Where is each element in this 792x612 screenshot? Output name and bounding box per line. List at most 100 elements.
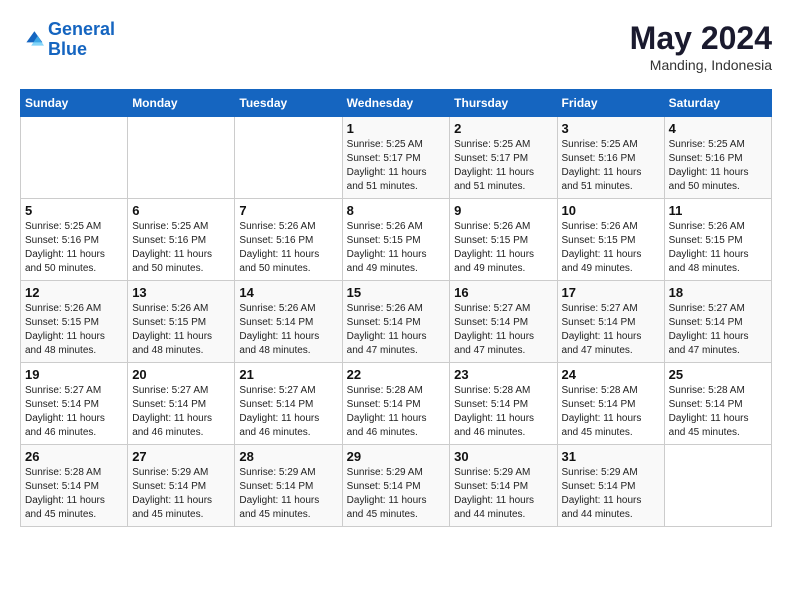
calendar-cell: 20 Sunrise: 5:27 AMSunset: 5:14 PMDayligh… bbox=[128, 363, 235, 445]
calendar-cell bbox=[664, 445, 771, 527]
calendar-cell: 30 Sunrise: 5:29 AMSunset: 5:14 PMDayligh… bbox=[450, 445, 557, 527]
day-number: 30 bbox=[454, 449, 552, 464]
calendar-cell: 4 Sunrise: 5:25 AMSunset: 5:16 PMDaylight… bbox=[664, 117, 771, 199]
day-number: 4 bbox=[669, 121, 767, 136]
cell-info: Sunrise: 5:25 AMSunset: 5:17 PMDaylight:… bbox=[454, 138, 552, 194]
calendar-cell: 31 Sunrise: 5:29 AMSunset: 5:14 PMDayligh… bbox=[557, 445, 664, 527]
day-number: 2 bbox=[454, 121, 552, 136]
calendar-cell: 18 Sunrise: 5:27 AMSunset: 5:14 PMDayligh… bbox=[664, 281, 771, 363]
cell-info: Sunrise: 5:25 AMSunset: 5:16 PMDaylight:… bbox=[25, 220, 123, 276]
calendar-cell: 28 Sunrise: 5:29 AMSunset: 5:14 PMDayligh… bbox=[235, 445, 342, 527]
calendar-cell: 5 Sunrise: 5:25 AMSunset: 5:16 PMDaylight… bbox=[21, 199, 128, 281]
cell-info: Sunrise: 5:25 AMSunset: 5:16 PMDaylight:… bbox=[132, 220, 230, 276]
cell-info: Sunrise: 5:27 AMSunset: 5:14 PMDaylight:… bbox=[25, 384, 123, 440]
cell-info: Sunrise: 5:27 AMSunset: 5:14 PMDaylight:… bbox=[669, 302, 767, 358]
cell-info: Sunrise: 5:26 AMSunset: 5:15 PMDaylight:… bbox=[562, 220, 660, 276]
day-number: 11 bbox=[669, 203, 767, 218]
day-number: 6 bbox=[132, 203, 230, 218]
week-row-2: 5 Sunrise: 5:25 AMSunset: 5:16 PMDaylight… bbox=[21, 199, 772, 281]
calendar-cell: 6 Sunrise: 5:25 AMSunset: 5:16 PMDaylight… bbox=[128, 199, 235, 281]
cell-info: Sunrise: 5:27 AMSunset: 5:14 PMDaylight:… bbox=[132, 384, 230, 440]
calendar-cell: 21 Sunrise: 5:27 AMSunset: 5:14 PMDayligh… bbox=[235, 363, 342, 445]
calendar-cell: 22Sunrise: 5:28 AMSunset: 5:14 PMDayligh… bbox=[342, 363, 450, 445]
logo-icon bbox=[20, 28, 44, 52]
calendar-cell: 3Sunrise: 5:25 AMSunset: 5:16 PMDaylight… bbox=[557, 117, 664, 199]
cell-info: Sunrise: 5:28 AMSunset: 5:14 PMDaylight:… bbox=[454, 384, 552, 440]
day-number: 16 bbox=[454, 285, 552, 300]
day-number: 24 bbox=[562, 367, 660, 382]
cell-info: Sunrise: 5:25 AMSunset: 5:17 PMDaylight:… bbox=[347, 138, 446, 194]
week-row-1: 1 Sunrise: 5:25 AMSunset: 5:17 PMDaylight… bbox=[21, 117, 772, 199]
cell-info: Sunrise: 5:26 AMSunset: 5:15 PMDaylight:… bbox=[25, 302, 123, 358]
day-number: 22 bbox=[347, 367, 446, 382]
day-number: 7 bbox=[239, 203, 337, 218]
cell-info: Sunrise: 5:27 AMSunset: 5:14 PMDaylight:… bbox=[454, 302, 552, 358]
calendar-cell: 27Sunrise: 5:29 AMSunset: 5:14 PMDayligh… bbox=[128, 445, 235, 527]
day-number: 28 bbox=[239, 449, 337, 464]
cell-info: Sunrise: 5:28 AMSunset: 5:14 PMDaylight:… bbox=[562, 384, 660, 440]
cell-info: Sunrise: 5:26 AMSunset: 5:15 PMDaylight:… bbox=[132, 302, 230, 358]
title-block: May 2024 Manding, Indonesia bbox=[630, 20, 772, 73]
calendar-cell: 29Sunrise: 5:29 AMSunset: 5:14 PMDayligh… bbox=[342, 445, 450, 527]
day-number: 17 bbox=[562, 285, 660, 300]
day-number: 26 bbox=[25, 449, 123, 464]
day-number: 13 bbox=[132, 285, 230, 300]
calendar-cell: 8 Sunrise: 5:26 AMSunset: 5:15 PMDaylight… bbox=[342, 199, 450, 281]
calendar-cell: 7Sunrise: 5:26 AMSunset: 5:16 PMDaylight… bbox=[235, 199, 342, 281]
header-saturday: Saturday bbox=[664, 90, 771, 117]
day-number: 9 bbox=[454, 203, 552, 218]
day-number: 19 bbox=[25, 367, 123, 382]
week-row-4: 19 Sunrise: 5:27 AMSunset: 5:14 PMDayligh… bbox=[21, 363, 772, 445]
header-tuesday: Tuesday bbox=[235, 90, 342, 117]
calendar-cell: 23Sunrise: 5:28 AMSunset: 5:14 PMDayligh… bbox=[450, 363, 557, 445]
day-number: 8 bbox=[347, 203, 446, 218]
cell-info: Sunrise: 5:29 AMSunset: 5:14 PMDaylight:… bbox=[562, 466, 660, 522]
day-number: 25 bbox=[669, 367, 767, 382]
calendar-cell: 15 Sunrise: 5:26 AMSunset: 5:14 PMDayligh… bbox=[342, 281, 450, 363]
logo-text: General Blue bbox=[48, 20, 115, 60]
cell-info: Sunrise: 5:29 AMSunset: 5:14 PMDaylight:… bbox=[454, 466, 552, 522]
calendar-cell: 25Sunrise: 5:28 AMSunset: 5:14 PMDayligh… bbox=[664, 363, 771, 445]
day-number: 15 bbox=[347, 285, 446, 300]
week-row-5: 26 Sunrise: 5:28 AMSunset: 5:14 PMDayligh… bbox=[21, 445, 772, 527]
calendar-cell: 2 Sunrise: 5:25 AMSunset: 5:17 PMDaylight… bbox=[450, 117, 557, 199]
calendar-cell: 26 Sunrise: 5:28 AMSunset: 5:14 PMDayligh… bbox=[21, 445, 128, 527]
day-number: 21 bbox=[239, 367, 337, 382]
cell-info: Sunrise: 5:27 AMSunset: 5:14 PMDaylight:… bbox=[239, 384, 337, 440]
logo-line1: General bbox=[48, 19, 115, 39]
calendar-cell: 14Sunrise: 5:26 AMSunset: 5:14 PMDayligh… bbox=[235, 281, 342, 363]
cell-info: Sunrise: 5:25 AMSunset: 5:16 PMDaylight:… bbox=[669, 138, 767, 194]
calendar-cell: 13 Sunrise: 5:26 AMSunset: 5:15 PMDayligh… bbox=[128, 281, 235, 363]
day-number: 12 bbox=[25, 285, 123, 300]
calendar-subtitle: Manding, Indonesia bbox=[630, 57, 772, 73]
header-friday: Friday bbox=[557, 90, 664, 117]
header-monday: Monday bbox=[128, 90, 235, 117]
cell-info: Sunrise: 5:25 AMSunset: 5:16 PMDaylight:… bbox=[562, 138, 660, 194]
calendar-cell: 9Sunrise: 5:26 AMSunset: 5:15 PMDaylight… bbox=[450, 199, 557, 281]
calendar-title: May 2024 bbox=[630, 20, 772, 57]
day-number: 10 bbox=[562, 203, 660, 218]
day-number: 1 bbox=[347, 121, 446, 136]
header-thursday: Thursday bbox=[450, 90, 557, 117]
day-number: 18 bbox=[669, 285, 767, 300]
cell-info: Sunrise: 5:29 AMSunset: 5:14 PMDaylight:… bbox=[132, 466, 230, 522]
day-number: 31 bbox=[562, 449, 660, 464]
page-header: General Blue May 2024 Manding, Indonesia bbox=[20, 20, 772, 73]
day-number: 20 bbox=[132, 367, 230, 382]
calendar-cell: 11 Sunrise: 5:26 AMSunset: 5:15 PMDayligh… bbox=[664, 199, 771, 281]
calendar-header: SundayMondayTuesdayWednesdayThursdayFrid… bbox=[21, 90, 772, 117]
cell-info: Sunrise: 5:28 AMSunset: 5:14 PMDaylight:… bbox=[25, 466, 123, 522]
day-number: 29 bbox=[347, 449, 446, 464]
header-sunday: Sunday bbox=[21, 90, 128, 117]
week-row-3: 12 Sunrise: 5:26 AMSunset: 5:15 PMDayligh… bbox=[21, 281, 772, 363]
cell-info: Sunrise: 5:26 AMSunset: 5:15 PMDaylight:… bbox=[669, 220, 767, 276]
cell-info: Sunrise: 5:26 AMSunset: 5:14 PMDaylight:… bbox=[347, 302, 446, 358]
cell-info: Sunrise: 5:27 AMSunset: 5:14 PMDaylight:… bbox=[562, 302, 660, 358]
calendar-cell bbox=[21, 117, 128, 199]
cell-info: Sunrise: 5:29 AMSunset: 5:14 PMDaylight:… bbox=[239, 466, 337, 522]
calendar-cell bbox=[128, 117, 235, 199]
cell-info: Sunrise: 5:26 AMSunset: 5:15 PMDaylight:… bbox=[347, 220, 446, 276]
day-number: 5 bbox=[25, 203, 123, 218]
day-number: 14 bbox=[239, 285, 337, 300]
calendar-cell: 1 Sunrise: 5:25 AMSunset: 5:17 PMDaylight… bbox=[342, 117, 450, 199]
